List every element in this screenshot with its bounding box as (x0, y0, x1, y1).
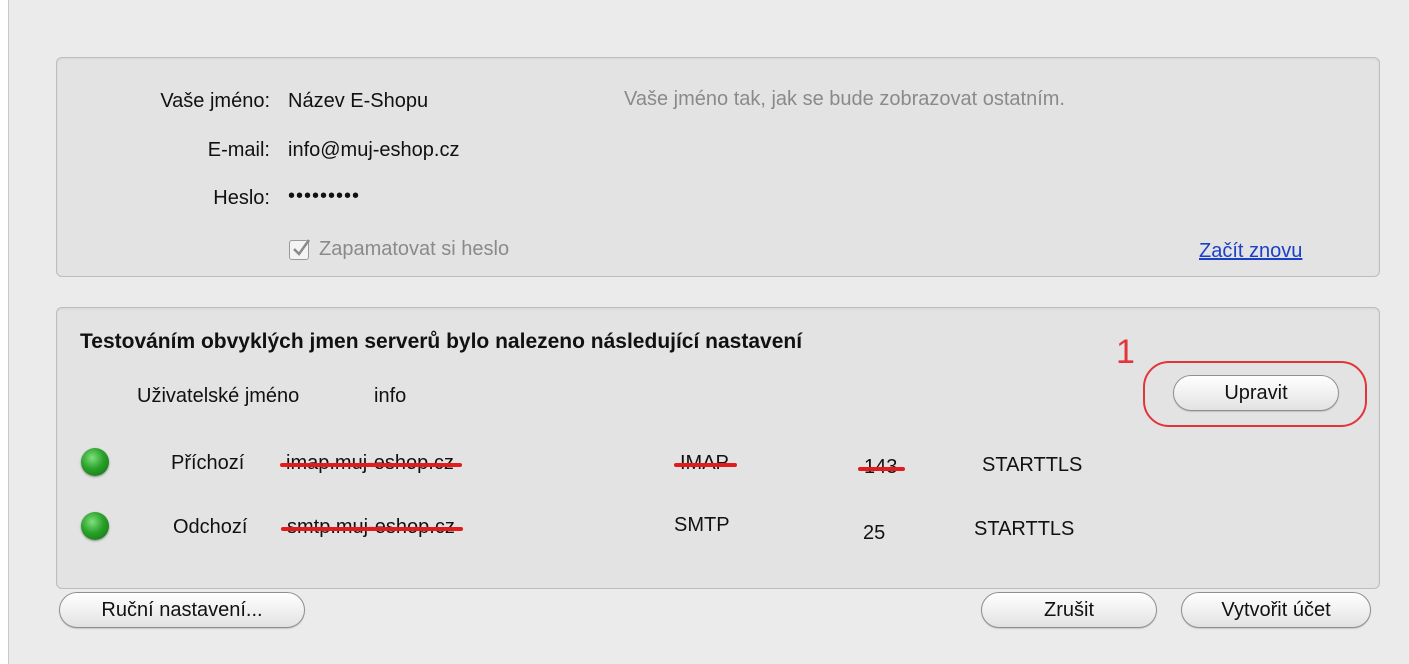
annotation-number: 1 (1116, 333, 1135, 371)
remember-password-label: Zapamatovat si heslo (319, 238, 510, 260)
incoming-protocol: IMAP (674, 452, 737, 474)
incoming-host: imap.muj-eshop.cz (280, 452, 462, 474)
password-field[interactable]: ••••••••• (288, 185, 360, 208)
server-settings-panel: Testováním obvyklých jmen serverů bylo n… (56, 307, 1380, 589)
incoming-label: Příchozí (171, 452, 245, 474)
email-field[interactable]: info@muj-eshop.cz (288, 139, 459, 162)
outgoing-security: STARTTLS (974, 518, 1075, 540)
cancel-button[interactable]: Zrušit (981, 592, 1157, 628)
incoming-status-icon (81, 448, 109, 476)
incoming-security: STARTTLS (982, 454, 1083, 476)
incoming-port: 143 (857, 456, 906, 478)
outgoing-status-icon (81, 512, 109, 540)
username-label: Uživatelské jméno (137, 385, 300, 407)
account-details-panel: Vaše jméno: Název E-Shopu Vaše jméno tak… (56, 57, 1380, 277)
name-hint: Vaše jméno tak, jak se bude zobrazovat o… (624, 88, 1065, 110)
outgoing-label: Odchozí (173, 516, 248, 538)
server-settings-title: Testováním obvyklých jmen serverů bylo n… (80, 330, 803, 353)
account-setup-window: Vaše jméno: Název E-Shopu Vaše jméno tak… (8, 0, 1409, 664)
password-label: Heslo: (213, 187, 270, 209)
outgoing-protocol: SMTP (674, 514, 730, 536)
start-over-link[interactable]: Začít znovu (1199, 240, 1302, 263)
remember-password-checkbox[interactable] (289, 239, 311, 260)
name-label: Vaše jméno: (160, 90, 270, 112)
outgoing-host: smtp.muj-eshop.cz (281, 516, 463, 538)
checkmark-icon (293, 239, 311, 256)
manual-setup-button[interactable]: Ruční nastavení... (59, 592, 305, 628)
name-field[interactable]: Název E-Shopu (288, 90, 428, 113)
outgoing-port: 25 (863, 522, 886, 544)
edit-button[interactable]: Upravit (1173, 375, 1339, 411)
email-label: E-mail: (207, 139, 270, 161)
create-account-button[interactable]: Vytvořit účet (1181, 592, 1371, 628)
username-value: info (374, 385, 407, 407)
